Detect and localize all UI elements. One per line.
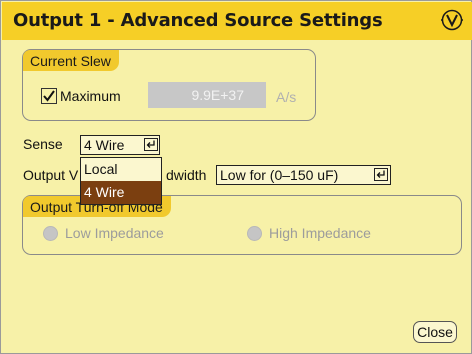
enter-arrow-icon[interactable]	[144, 138, 158, 151]
sense-label: Sense	[23, 136, 63, 152]
sense-select[interactable]: 4 Wire	[80, 135, 160, 155]
high-impedance-radio[interactable]	[247, 226, 262, 241]
close-button[interactable]: Close	[413, 321, 457, 343]
dialog-title: Output 1 - Advanced Source Settings	[13, 10, 383, 31]
output-bandwidth-label-right: dwidth	[166, 167, 207, 183]
maximum-checkbox[interactable]	[41, 88, 57, 104]
low-impedance-label: Low Impedance	[65, 225, 164, 241]
high-impedance-label: High Impedance	[269, 225, 371, 241]
enter-arrow-icon[interactable]	[374, 168, 388, 181]
current-slew-value-field: 9.9E+37	[148, 82, 266, 108]
output-bandwidth-label-left: Output V	[23, 167, 79, 183]
title-bar: Output 1 - Advanced Source Settings	[2, 2, 472, 40]
agilent-v-logo-icon	[441, 9, 463, 31]
checkmark-icon	[43, 90, 55, 102]
output-bandwidth-selected-value: Low for (0–150 uF)	[220, 167, 339, 183]
current-slew-group-label: Current Slew	[23, 50, 119, 71]
sense-dropdown-list: Local 4 Wire	[80, 157, 162, 205]
dialog-window: Output 1 - Advanced Source Settings Curr…	[0, 0, 472, 354]
sense-option-local[interactable]: Local	[81, 158, 161, 181]
sense-option-4-wire[interactable]: 4 Wire	[81, 181, 161, 204]
output-bandwidth-select[interactable]: Low for (0–150 uF)	[216, 165, 391, 185]
maximum-label: Maximum	[60, 88, 121, 104]
current-slew-unit: A/s	[276, 89, 297, 105]
low-impedance-radio[interactable]	[43, 226, 58, 241]
sense-selected-value: 4 Wire	[84, 137, 125, 153]
